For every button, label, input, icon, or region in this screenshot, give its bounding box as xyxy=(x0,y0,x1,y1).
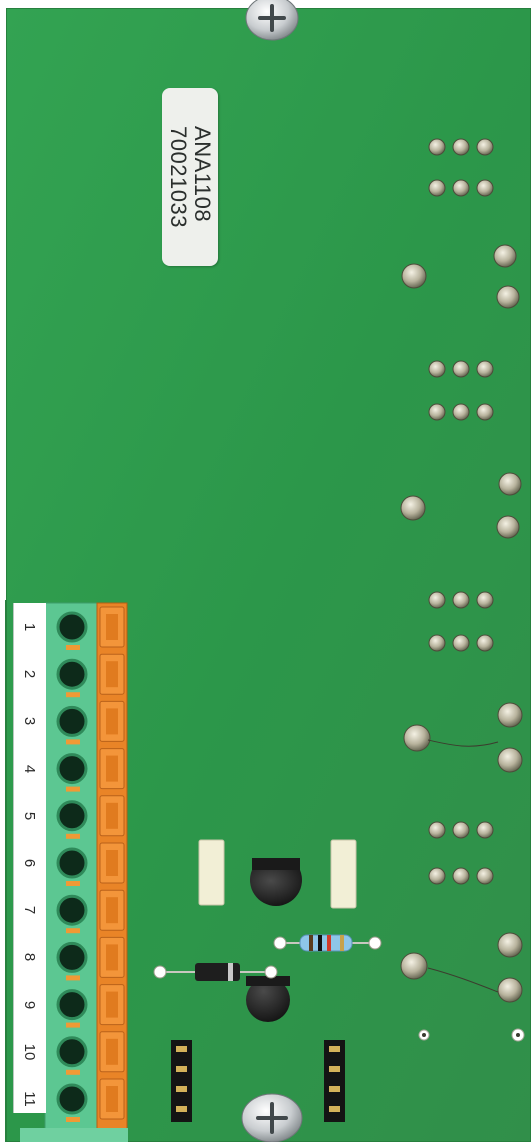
pcb-photo: ANA1108 70021033 1 2 3 4 5 6 7 8 9 10 11 xyxy=(0,0,531,1142)
terminal-number: 2 xyxy=(21,670,39,679)
terminal-number: 5 xyxy=(21,811,39,820)
terminal-key xyxy=(66,786,80,792)
circuit-board xyxy=(0,0,531,1142)
terminal-wire-hole xyxy=(56,1083,88,1115)
terminal-key xyxy=(66,645,80,650)
terminal-key xyxy=(66,928,80,934)
terminal-lever-slot xyxy=(106,614,118,640)
ceramic-capacitor-right xyxy=(330,839,357,909)
terminal-wire-hole xyxy=(56,894,88,926)
terminal-number: 6 xyxy=(21,858,39,868)
terminal-number: 10 xyxy=(21,1043,39,1061)
terminal-wire-hole xyxy=(56,941,88,973)
model-number: ANA1108 xyxy=(190,126,215,223)
terminal-key xyxy=(66,692,80,698)
terminal-key xyxy=(66,975,80,981)
bottom-screw xyxy=(241,1093,303,1142)
terminal-key xyxy=(66,881,80,886)
terminal-key xyxy=(66,1022,80,1028)
terminal-wire-hole xyxy=(56,705,88,737)
terminal-wire-hole xyxy=(56,658,88,690)
terminal-number: 9 xyxy=(21,1000,39,1009)
serial-number: 70021033 xyxy=(166,126,191,228)
terminal-number: 4 xyxy=(21,764,39,773)
terminal-lever-slot xyxy=(106,944,118,971)
terminal-lever-slot xyxy=(106,850,118,876)
terminal-lever-slot xyxy=(106,708,118,735)
label-text: ANA1108 70021033 xyxy=(166,126,215,228)
pin-header-right xyxy=(324,1040,345,1122)
terminal-lever-slot xyxy=(106,897,118,924)
terminal-lever-slot xyxy=(106,1038,118,1065)
pin-header-left xyxy=(171,1040,192,1122)
terminal-key xyxy=(66,833,80,839)
terminal-number: 3 xyxy=(21,717,39,726)
terminal-lever-slot xyxy=(106,1086,118,1112)
terminal-wire-hole xyxy=(56,800,88,832)
terminal-number: 8 xyxy=(21,953,39,962)
terminal-key xyxy=(66,1117,80,1122)
ceramic-capacitor-left xyxy=(198,839,225,906)
terminal-wire-hole xyxy=(56,611,88,643)
terminal-lever-slot xyxy=(106,755,118,782)
terminal-number: 1 xyxy=(21,622,39,632)
product-label: ANA1108 70021033 xyxy=(162,88,218,266)
terminal-wire-hole xyxy=(56,989,88,1021)
terminal-lever-slot xyxy=(106,661,118,688)
terminal-number-strip: 1 2 3 4 5 6 7 8 9 10 11 xyxy=(13,603,46,1113)
transistor-bottom xyxy=(246,976,290,1022)
terminal-wire-hole xyxy=(56,847,88,879)
top-screw xyxy=(245,0,299,41)
terminal-wire-hole xyxy=(56,1036,88,1068)
terminal-key xyxy=(66,1069,80,1075)
terminal-wire-hole xyxy=(56,753,88,785)
terminal-key xyxy=(66,739,80,745)
terminal-lever-slot xyxy=(106,802,118,829)
terminal-lever-slot xyxy=(106,991,118,1018)
terminal-number: 7 xyxy=(21,906,39,915)
terminal-number: 11 xyxy=(21,1091,39,1107)
